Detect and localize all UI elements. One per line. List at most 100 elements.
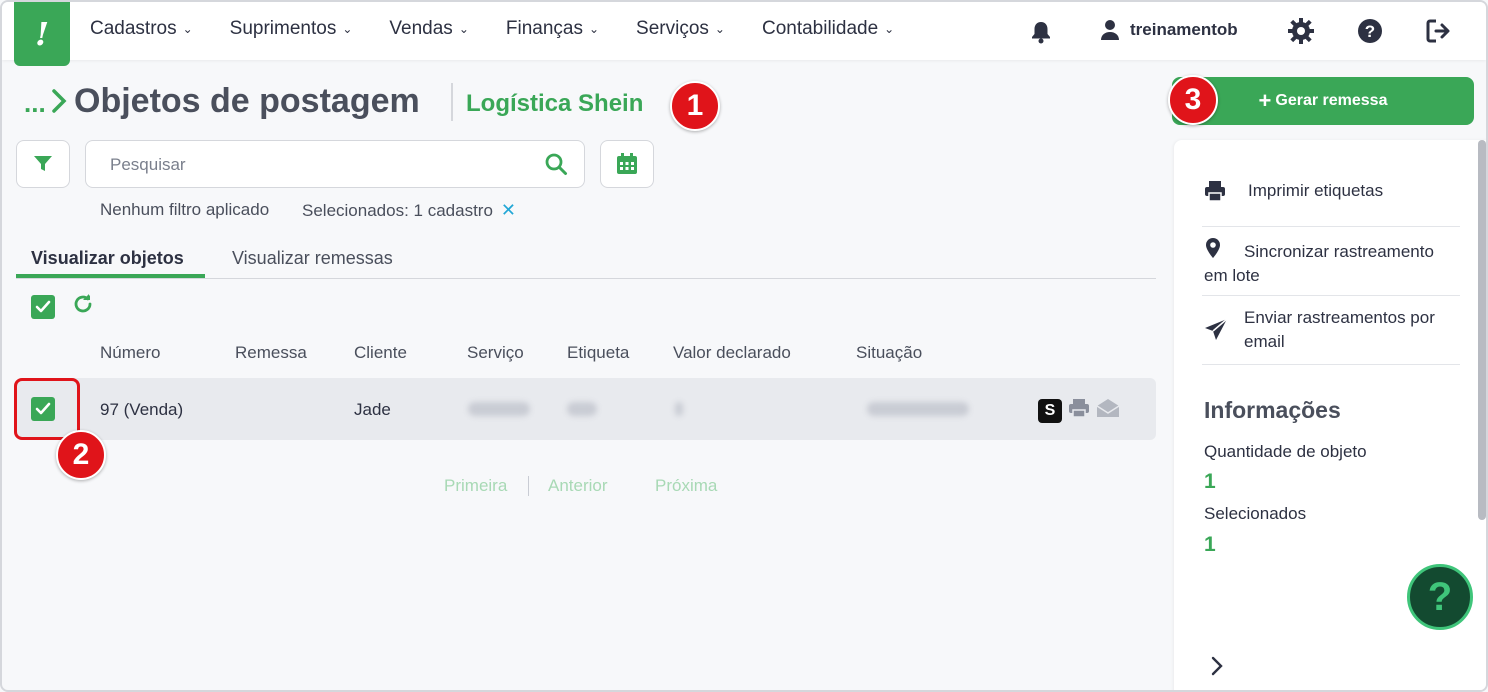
logo-mark: !	[34, 15, 50, 53]
page-title: Objetos de postagem	[74, 82, 420, 120]
chevron-down-icon: ⌄	[884, 22, 895, 36]
calendar-icon	[617, 153, 637, 174]
title-divider	[451, 83, 453, 121]
menu-servicos[interactable]: Serviços ⌄	[636, 18, 725, 40]
search-input[interactable]	[110, 153, 530, 177]
menu-label: Suprimentos	[229, 18, 337, 39]
tab-visualizar-objetos[interactable]: Visualizar objetos	[31, 248, 184, 269]
menu-label: Serviços	[636, 18, 709, 39]
cell-situacao-redacted	[867, 402, 969, 416]
username: treinamentob	[1130, 20, 1238, 39]
main-menu: Cadastros ⌄ Suprimentos ⌄ Vendas ⌄ Finanças…	[90, 18, 931, 40]
cell-etiqueta-redacted	[567, 402, 597, 416]
pager-next[interactable]: Próxima	[655, 476, 717, 496]
cell-numero: 97 (Venda)	[100, 400, 184, 419]
svg-text:?: ?	[1365, 22, 1375, 41]
paper-plane-icon	[1205, 318, 1228, 340]
annotation-badge-3: 3	[1168, 75, 1218, 125]
action-sync-tracking[interactable]: Sincronizar rastreamento em lote	[1204, 237, 1460, 288]
printer-icon	[1205, 181, 1225, 202]
gear-icon[interactable]	[1288, 18, 1314, 49]
filter-status: Nenhum filtro aplicado	[100, 200, 270, 219]
action-divider	[1202, 295, 1460, 296]
chevron-right-icon[interactable]	[1210, 656, 1224, 681]
col-numero[interactable]: Número	[100, 343, 160, 363]
selection-text: Selecionados: 1 cadastro	[302, 200, 493, 220]
col-servico[interactable]: Serviço	[467, 343, 524, 363]
user-icon	[1101, 20, 1119, 40]
selection-status: Selecionados: 1 cadastro ✕	[302, 200, 516, 221]
pager-divider	[528, 476, 529, 496]
col-valor-declarado[interactable]: Valor declarado	[673, 343, 791, 363]
menu-contabilidade[interactable]: Contabilidade ⌄	[762, 18, 894, 40]
app-logo[interactable]: !	[14, 2, 70, 66]
calendar-button[interactable]	[600, 140, 654, 188]
search-box	[85, 140, 585, 188]
menu-cadastros[interactable]: Cadastros ⌄	[90, 18, 193, 40]
chevron-right-icon	[51, 88, 67, 119]
menu-financas[interactable]: Finanças ⌄	[506, 18, 599, 40]
chevron-down-icon: ⌄	[182, 22, 193, 36]
top-navbar: ! Cadastros ⌄ Suprimentos ⌄ Vendas ⌄ Finanç…	[2, 2, 1486, 66]
help-circle-icon[interactable]: ?	[1357, 18, 1383, 49]
logout-icon[interactable]	[1426, 19, 1452, 48]
cell-valor-redacted	[675, 402, 683, 416]
plus-icon: +	[1258, 88, 1272, 113]
breadcrumb-dots[interactable]: ...	[24, 88, 46, 119]
map-pin-icon	[1206, 238, 1220, 258]
annotation-badge-1: 1	[670, 81, 720, 131]
action-email-tracking[interactable]: Enviar rastreamentos por email	[1204, 306, 1460, 354]
annotation-badge-2: 2	[56, 430, 106, 480]
printer-icon[interactable]	[1068, 398, 1090, 423]
col-etiqueta[interactable]: Etiqueta	[567, 343, 629, 363]
check-icon	[35, 300, 51, 313]
row-actions: S	[1038, 398, 1120, 423]
side-panel-scrollbar[interactable]	[1478, 140, 1486, 520]
chevron-down-icon: ⌄	[588, 22, 600, 36]
filter-button[interactable]	[16, 140, 70, 188]
cell-cliente: Jade	[354, 400, 391, 419]
chevron-down-icon: ⌄	[714, 22, 725, 36]
qty-value: 1	[1204, 470, 1216, 493]
pager-first[interactable]: Primeira	[444, 476, 507, 496]
menu-label: Cadastros	[90, 18, 177, 39]
annotation-highlight-box	[14, 378, 80, 440]
page-subtitle: Logística Shein	[466, 90, 644, 117]
menu-label: Vendas	[389, 18, 453, 39]
action-divider	[1202, 226, 1460, 227]
menu-label: Contabilidade	[761, 18, 879, 39]
search-icon[interactable]	[544, 152, 568, 181]
question-icon: ?	[1427, 574, 1453, 619]
chevron-down-icon: ⌄	[342, 22, 353, 36]
menu-label: Finanças	[505, 18, 583, 39]
menu-vendas[interactable]: Vendas ⌄	[389, 18, 468, 40]
shein-badge: S	[1038, 398, 1062, 423]
tabs-divider	[16, 278, 1156, 279]
button-label: Gerar remessa	[1275, 92, 1388, 109]
bell-icon[interactable]	[1030, 20, 1052, 49]
col-situacao[interactable]: Situação	[856, 343, 922, 363]
col-remessa[interactable]: Remessa	[235, 343, 307, 363]
qty-label: Quantidade de objeto	[1204, 442, 1367, 461]
col-cliente[interactable]: Cliente	[354, 343, 407, 363]
action-divider	[1202, 364, 1460, 365]
chevron-down-icon: ⌄	[458, 22, 469, 36]
clear-selection-icon[interactable]: ✕	[501, 200, 516, 221]
refresh-icon[interactable]	[72, 293, 94, 320]
cell-servico-redacted	[468, 402, 530, 416]
info-title: Informações	[1204, 397, 1341, 423]
action-label: Imprimir etiquetas	[1248, 181, 1384, 200]
action-print-labels[interactable]: Imprimir etiquetas	[1204, 179, 1460, 203]
help-fab-button[interactable]: ?	[1407, 564, 1473, 630]
active-tab-indicator	[16, 274, 205, 278]
app-window: ! Cadastros ⌄ Suprimentos ⌄ Vendas ⌄ Finanç…	[0, 0, 1488, 692]
filter-icon	[34, 156, 52, 171]
pager-prev[interactable]: Anterior	[548, 476, 608, 496]
selected-value: 1	[1204, 533, 1216, 556]
select-all-checkbox[interactable]	[31, 295, 55, 319]
menu-suprimentos[interactable]: Suprimentos ⌄	[230, 18, 353, 40]
user-menu[interactable]: treinamentob	[1100, 19, 1238, 41]
action-label: Enviar rastreamentos por email	[1244, 308, 1435, 351]
tab-visualizar-remessas[interactable]: Visualizar remessas	[232, 248, 393, 269]
envelope-icon[interactable]	[1096, 398, 1120, 423]
